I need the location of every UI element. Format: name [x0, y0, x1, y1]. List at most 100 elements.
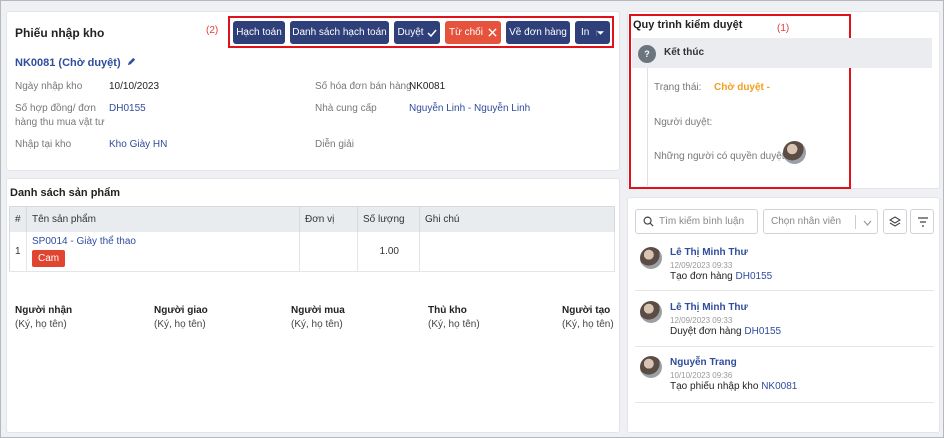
col-index: # [9, 206, 27, 232]
products-table: # Tên sản phẩm Đơn vị Số lượng Ghi chú 1… [9, 206, 615, 272]
nhap-tai-kho-label: Nhập tại kho [15, 139, 72, 150]
permitted-label: Những người có quyền duyệt: [654, 151, 788, 162]
comment-author: Lê Thị Minh Thư [670, 247, 748, 258]
comment-link[interactable]: NK0081 [761, 381, 797, 392]
nhap-tai-kho-link[interactable]: Kho Giày HN [109, 139, 167, 150]
row-index: 1 [9, 231, 27, 272]
comment-text-body: Tạo đơn hàng [670, 271, 733, 282]
dien-giai-label: Diễn giải [315, 139, 354, 150]
comment-avatar [640, 301, 662, 323]
nha-cung-cap-link[interactable]: Nguyễn Linh - Nguyễn Linh [409, 103, 530, 114]
product-link[interactable]: SP0014 - Giày thể thao [32, 236, 294, 247]
page-title: Phiếu nhập kho [15, 26, 105, 40]
search-comment-input[interactable]: Tìm kiếm bình luận [635, 209, 758, 234]
signature-title: Người mua [291, 305, 345, 316]
chevron-down-icon [863, 220, 872, 226]
signature-title: Người tạo [562, 305, 611, 316]
permitted-user-avatar[interactable] [783, 141, 806, 164]
search-icon [643, 216, 654, 227]
filter-button[interactable] [910, 209, 934, 234]
comment-text: Tạo đơn hàng DH0155 [670, 271, 772, 282]
comment-avatar [640, 247, 662, 269]
comment-author: Lê Thị Minh Thư [670, 302, 748, 313]
in-label: In [581, 27, 590, 38]
employee-placeholder: Chọn nhân viên [771, 216, 842, 227]
search-placeholder: Tìm kiếm bình luận [659, 216, 745, 227]
employee-select[interactable]: Chọn nhân viên [763, 209, 878, 234]
signature-title: Thủ kho [428, 305, 467, 316]
table-header-row: # Tên sản phẩm Đơn vị Số lượng Ghi chú [9, 206, 615, 232]
approval-title: Quy trình kiểm duyệt [633, 19, 743, 31]
signature-nguoi-nhan: Người nhận (Ký, họ tên) [15, 305, 72, 330]
signature-sub: (Ký, họ tên) [291, 319, 343, 330]
signature-sub: (Ký, họ tên) [428, 319, 480, 330]
comment-link[interactable]: DH0155 [736, 271, 773, 282]
duyet-button[interactable]: Duyệt [394, 21, 440, 44]
annotation-2: (2) [206, 25, 219, 36]
so-hoa-don-label: Số hóa đơn bán hàng [315, 81, 412, 92]
layers-icon [889, 216, 901, 227]
comment-divider [635, 290, 934, 291]
comment-text-body: Tạo phiếu nhập kho [670, 381, 759, 392]
danh-sach-hach-toan-button[interactable]: Danh sách hạch toán [290, 21, 389, 44]
comment-avatar [640, 356, 662, 378]
step-name: Kết thúc [664, 47, 704, 58]
close-icon [488, 28, 497, 37]
so-hoa-don-value: NK0081 [409, 81, 446, 92]
approver-label: Người duyệt: [654, 117, 713, 128]
signature-nguoi-tao: Người tạo (Ký, họ tên) [562, 305, 614, 330]
ngay-nhap-label: Ngày nhập kho [15, 81, 83, 92]
signature-sub: (Ký, họ tên) [562, 319, 614, 330]
filter-icon [918, 217, 928, 227]
comment-link[interactable]: DH0155 [744, 326, 781, 337]
annotation-1: (1) [777, 23, 790, 34]
step-badge-text: ? [644, 49, 650, 59]
comment-time: 12/09/2023 09:33 [670, 261, 733, 270]
select-divider [855, 215, 856, 229]
receipt-code-text: NK0081 (Chờ duyệt) [15, 57, 121, 69]
app-window: Phiếu nhập kho (2) Hạch toán Danh sách h… [0, 0, 944, 438]
signature-sub: (Ký, họ tên) [154, 319, 206, 330]
step-timeline-line [647, 68, 648, 186]
edit-pencil-icon[interactable] [127, 57, 136, 66]
col-unit: Đơn vị [299, 206, 358, 232]
comment-divider [635, 346, 934, 347]
signature-title: Người nhận [15, 305, 73, 316]
ve-don-hang-button[interactable]: Về đơn hàng [506, 21, 570, 44]
row-qty: 1.00 [357, 231, 420, 272]
hach-toan-button[interactable]: Hạch toán [233, 21, 285, 44]
so-hop-dong-label-2: hàng thu mua vật tư [15, 117, 105, 128]
row-unit [299, 231, 358, 272]
comment-author: Nguyễn Trang [670, 357, 737, 368]
products-title: Danh sách sản phẩm [10, 187, 121, 199]
comment-time: 12/09/2023 09:33 [670, 316, 733, 325]
signature-sub: (Ký, họ tên) [15, 319, 67, 330]
in-dropdown-button[interactable]: In [575, 21, 610, 44]
color-tag: Cam [32, 249, 66, 267]
comment-text-body: Duyệt đơn hàng [670, 326, 742, 337]
status-value: Chờ duyệt - [714, 82, 770, 93]
so-hop-dong-label-1: Số hợp đồng/ đơn [15, 103, 96, 114]
comment-time: 10/10/2023 09:36 [670, 371, 733, 380]
comment-text: Tạo phiếu nhập kho NK0081 [670, 381, 797, 392]
step-badge: ? [638, 45, 656, 63]
col-note: Ghi chú [419, 206, 615, 232]
col-name: Tên sản phẩm [26, 206, 300, 232]
so-hop-dong-link[interactable]: DH0155 [109, 103, 146, 114]
tu-choi-button[interactable]: Từ chối [445, 21, 501, 44]
nha-cung-cap-label: Nhà cung cấp [315, 103, 377, 114]
caret-down-icon [596, 29, 604, 36]
comment-text: Duyệt đơn hàng DH0155 [670, 326, 781, 337]
row-note [419, 231, 615, 272]
signature-title: Người giao [154, 305, 208, 316]
ngay-nhap-value: 10/10/2023 [109, 81, 160, 92]
col-qty: Số lượng [357, 206, 420, 232]
table-row: 1 SP0014 - Giày thể thao Cam 1.00 [9, 231, 615, 272]
layers-button[interactable] [883, 209, 907, 234]
duyet-label: Duyệt [397, 27, 424, 38]
receipt-code: NK0081 (Chờ duyệt) [15, 57, 136, 69]
check-icon [427, 29, 437, 37]
signature-nguoi-mua: Người mua (Ký, họ tên) [291, 305, 345, 330]
comment-divider [635, 402, 934, 403]
status-label: Trạng thái: [654, 82, 702, 93]
